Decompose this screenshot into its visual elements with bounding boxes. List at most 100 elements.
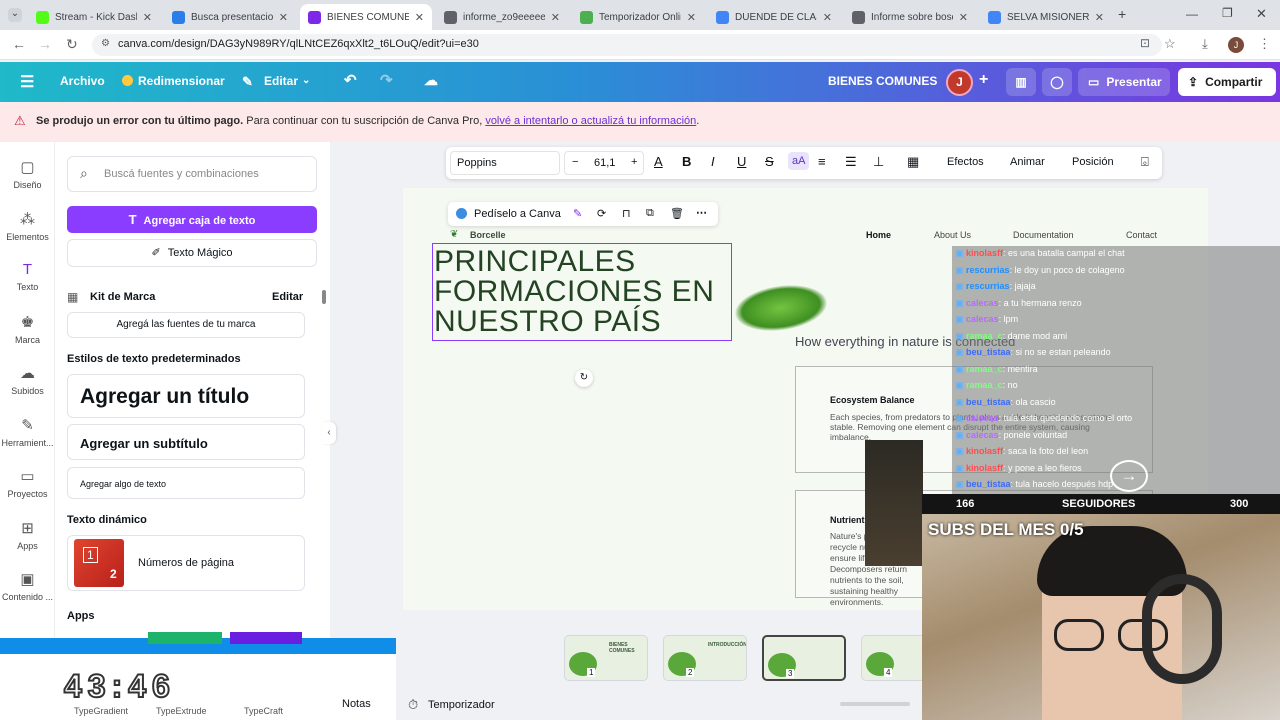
browser-tab[interactable]: BIENES COMUNES ✕ — [300, 4, 432, 30]
browser-tab[interactable]: Temporizador Onlin ✕ — [572, 4, 704, 30]
redimensionar-button[interactable]: Redimensionar — [138, 74, 225, 88]
rail-item[interactable]: ▢ Diseño — [0, 158, 55, 190]
duplicate-icon[interactable]: ⧉ — [646, 207, 654, 220]
cloud-save-icon[interactable]: ☁ — [424, 72, 438, 89]
panel-scrollbar[interactable] — [322, 290, 326, 304]
profile-avatar[interactable]: J — [1228, 37, 1244, 53]
browser-menu-icon[interactable]: ⋮ — [1258, 36, 1271, 52]
text-color-icon[interactable]: A — [654, 154, 663, 169]
forward-icon[interactable]: → — [38, 36, 52, 52]
insights-icon[interactable]: ▥ — [1006, 68, 1036, 96]
italic-icon[interactable]: I — [711, 154, 715, 169]
menu-icon[interactable]: ☰ — [20, 72, 34, 92]
font-family-select[interactable]: Poppins — [450, 151, 560, 175]
case-icon[interactable]: aA — [788, 152, 810, 170]
compartir-button[interactable]: ⇪ Compartir — [1178, 68, 1276, 96]
spacing-icon[interactable]: ⊥ — [873, 154, 884, 170]
posicion-button[interactable]: Posición — [1072, 156, 1114, 168]
archivo-menu[interactable]: Archivo — [60, 74, 105, 88]
rail-item[interactable]: ⊞ Apps — [0, 519, 55, 551]
font-size-value[interactable]: 61,1 — [594, 157, 615, 169]
tab-close-icon[interactable]: ✕ — [143, 11, 152, 24]
strikethrough-icon[interactable]: S — [765, 154, 774, 169]
tab-close-icon[interactable]: ✕ — [823, 11, 832, 24]
browser-tab[interactable]: DUENDE DE CLASH ✕ — [708, 4, 840, 30]
rail-item[interactable]: ▣ Contenido ... — [0, 570, 55, 602]
minimize-icon[interactable]: — — [1186, 7, 1198, 21]
close-window-icon[interactable]: ✕ — [1256, 6, 1267, 22]
browser-tab[interactable]: informe_zo9eeeeee ✕ — [436, 4, 568, 30]
magic-edit-icon[interactable]: ✎ — [573, 207, 582, 220]
install-app-icon[interactable]: ⊡ — [1140, 36, 1150, 50]
bookmark-star-icon[interactable]: ☆ — [1164, 36, 1176, 52]
new-tab-icon[interactable]: + — [1118, 6, 1126, 22]
timer-icon[interactable]: ⏱ — [408, 697, 418, 713]
url-field[interactable]: ⚙ canva.com/design/DAG3yN989RY/qlLNtCEZ6… — [92, 34, 1162, 56]
browser-tab[interactable]: Stream - Kick Dashb ✕ — [28, 4, 160, 30]
zoom-slider[interactable] — [840, 702, 910, 706]
chevron-down-icon[interactable]: ⌄ — [302, 75, 310, 86]
brand-fonts-button[interactable]: Agregá las fuentes de tu marca — [67, 312, 305, 338]
collapse-panel-icon[interactable]: ‹ — [322, 422, 336, 444]
redo-icon[interactable]: ↷ — [380, 71, 393, 89]
browser-tab[interactable]: Busca presentacion ✕ — [164, 4, 296, 30]
tab-close-icon[interactable]: ✕ — [687, 11, 696, 24]
add-collaborator-icon[interactable]: + — [979, 71, 988, 89]
tab-close-icon[interactable]: ✕ — [551, 11, 560, 24]
page-thumbnail[interactable]: 3 — [762, 635, 846, 681]
add-subtitle-button[interactable]: Agregar un subtítulo — [67, 424, 305, 460]
magic-text-button[interactable]: ✐ Texto Mágico — [67, 239, 317, 267]
download-icon[interactable]: ⤓ — [1202, 36, 1208, 52]
tab-search-icon[interactable]: ⌄ — [8, 8, 22, 22]
tab-close-icon[interactable]: ✕ — [415, 11, 424, 24]
editar-menu[interactable]: Editar — [264, 74, 298, 88]
browser-tab[interactable]: Informe sobre bosq ✕ — [844, 4, 976, 30]
page-numbers-card[interactable]: 1 2 Números de página — [67, 535, 305, 591]
brand-kit-edit[interactable]: Editar — [272, 291, 303, 303]
more-options-icon[interactable]: ⋯ — [696, 206, 707, 219]
banner-link[interactable]: volvé a intentarlo o actualizá tu inform… — [485, 115, 696, 127]
timer-button[interactable]: Temporizador — [428, 699, 495, 711]
rail-item[interactable]: ✎ Herramient... — [0, 416, 55, 448]
add-textbox-button[interactable]: T Agregar caja de texto — [67, 206, 317, 233]
tab-close-icon[interactable]: ✕ — [1095, 11, 1104, 24]
rail-item[interactable]: ⁂ Elementos — [0, 210, 55, 242]
lock-icon[interactable]: ⊓ — [622, 207, 631, 220]
heading-text[interactable]: PRINCIPALES FORMACIONES EN NUESTRO PAÍS — [433, 244, 731, 337]
minus-icon[interactable]: − — [572, 156, 578, 168]
plus-icon[interactable]: + — [631, 156, 637, 168]
font-size-stepper[interactable]: − 61,1 + — [564, 151, 644, 175]
back-icon[interactable]: ← — [12, 36, 26, 52]
maximize-icon[interactable]: ❐ — [1222, 6, 1233, 20]
reload-icon[interactable]: ↻ — [66, 36, 78, 53]
font-search-input[interactable]: ⌕ Buscá fuentes y combinaciones — [67, 156, 317, 192]
presentar-button[interactable]: ▭ Presentar — [1078, 68, 1170, 96]
trash-icon[interactable]: 🗑 — [670, 207, 684, 220]
tab-close-icon[interactable]: ✕ — [279, 11, 288, 24]
design-title[interactable]: BIENES COMUNES — [828, 74, 937, 88]
browser-tab[interactable]: SELVA MISIONERA ✕ — [980, 4, 1112, 30]
align-icon[interactable]: ≡ — [818, 154, 826, 169]
heading-selection[interactable]: PRINCIPALES FORMACIONES EN NUESTRO PAÍS — [432, 243, 732, 341]
underline-icon[interactable]: U — [737, 154, 746, 169]
list-icon[interactable]: ☰ — [845, 154, 857, 170]
notes-button[interactable]: Notas — [342, 698, 371, 710]
page-thumbnail[interactable]: BIENES COMUNES 1 — [564, 635, 648, 681]
tab-close-icon[interactable]: ✕ — [959, 11, 968, 24]
rail-item[interactable]: ☁ Subidos — [0, 364, 55, 396]
user-avatar[interactable]: J — [946, 69, 973, 96]
paint-roller-icon[interactable]: ⌻ — [1141, 154, 1149, 170]
efectos-button[interactable]: Efectos — [947, 156, 984, 168]
leaf-image[interactable] — [732, 279, 830, 337]
animar-button[interactable]: Animar — [1010, 156, 1045, 168]
rail-item[interactable]: ♚ Marca — [0, 313, 55, 345]
add-body-text-button[interactable]: Agregar algo de texto — [67, 467, 305, 499]
comments-icon[interactable]: ◯ — [1042, 68, 1072, 96]
transparency-icon[interactable]: ▦ — [907, 154, 919, 170]
add-title-button[interactable]: Agregar un título — [67, 374, 305, 418]
page-thumbnail[interactable]: INTRODUCCIÓN 2 — [663, 635, 747, 681]
rail-item[interactable]: ▭ Proyectos — [0, 467, 55, 499]
undo-icon[interactable]: ↶ — [344, 71, 357, 89]
bold-icon[interactable]: B — [682, 154, 691, 169]
rail-item[interactable]: T Texto — [0, 261, 55, 292]
